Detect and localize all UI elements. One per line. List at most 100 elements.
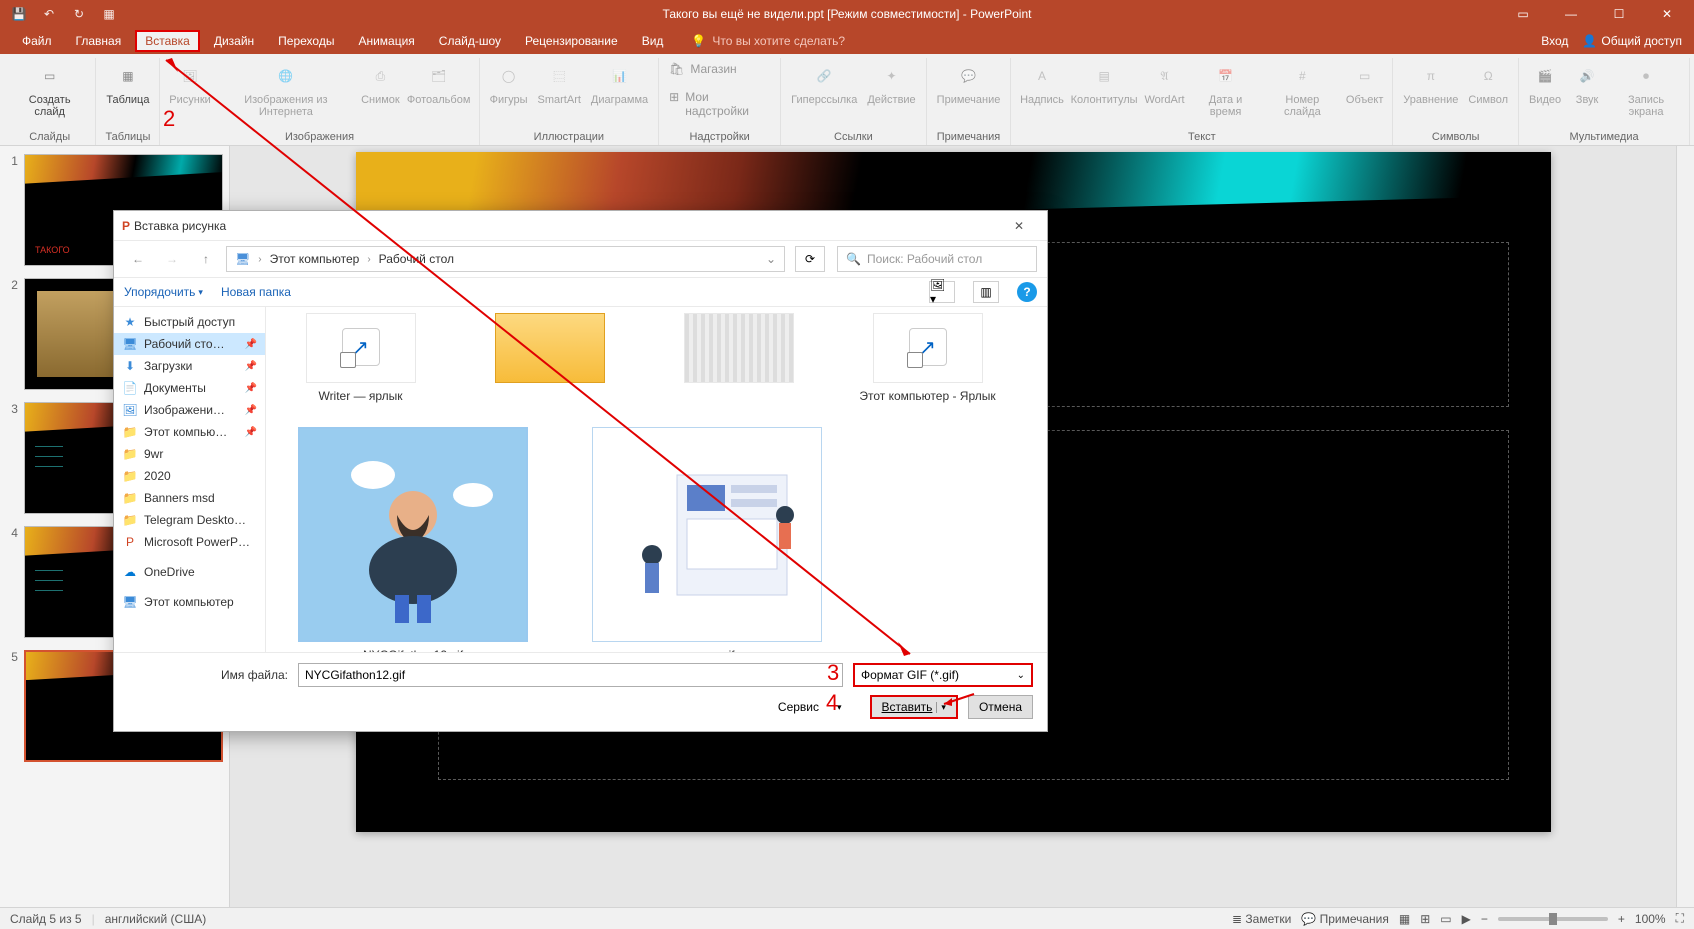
- chevron-down-icon[interactable]: ▾: [936, 702, 946, 713]
- audio-button[interactable]: 🔊Звук: [1567, 58, 1607, 129]
- new-folder-button[interactable]: Новая папка: [221, 285, 291, 299]
- photo-album-button[interactable]: 🗂Фотоальбом: [405, 58, 473, 129]
- tab-animations[interactable]: Анимация: [348, 30, 424, 52]
- breadcrumb-pc[interactable]: Этот компьютер: [270, 252, 360, 266]
- tree-downloads[interactable]: ⬇Загрузки📌: [114, 355, 265, 377]
- notes-button[interactable]: ≣ Заметки: [1232, 912, 1291, 926]
- table-button[interactable]: ▦Таблица: [102, 58, 153, 129]
- zoom-in-icon[interactable]: +: [1618, 912, 1625, 926]
- filename-input[interactable]: [298, 663, 843, 687]
- textbox-button[interactable]: AНадпись: [1017, 58, 1066, 129]
- tree-quick-access[interactable]: ★Быстрый доступ: [114, 311, 265, 333]
- screen-recording-button[interactable]: ⏺Запись экрана: [1609, 58, 1683, 129]
- start-from-beginning-icon[interactable]: ▦: [98, 3, 120, 25]
- slide-number-button[interactable]: #Номер слайда: [1264, 58, 1341, 129]
- equation-button[interactable]: πУравнение: [1399, 58, 1462, 129]
- save-icon[interactable]: 💾: [8, 3, 30, 25]
- tree-images[interactable]: 🖼Изображени…📌: [114, 399, 265, 421]
- tab-design[interactable]: Дизайн: [204, 30, 264, 52]
- file-list[interactable]: ↗ Writer — ярлык ↗ Этот компьютер - Ярлы…: [266, 307, 1047, 652]
- tree-documents[interactable]: 📄Документы📌: [114, 377, 265, 399]
- symbol-button[interactable]: ΩСимвол: [1464, 58, 1512, 129]
- file-folder[interactable]: [495, 313, 605, 383]
- language-status[interactable]: английский (США): [105, 912, 206, 926]
- tree-folder-telegram[interactable]: 📁Telegram Deskto…: [114, 509, 265, 531]
- file-writer-shortcut[interactable]: ↗: [306, 313, 416, 383]
- normal-view-icon[interactable]: ▦: [1399, 912, 1410, 926]
- hyperlink-button[interactable]: 🔗Гиперссылка: [787, 58, 861, 129]
- share-button[interactable]: 👤 Общий доступ: [1582, 34, 1682, 48]
- tree-thispc[interactable]: 🖥Этот компьютер: [114, 591, 265, 613]
- tree-folder-9wr[interactable]: 📁9wr: [114, 443, 265, 465]
- organize-button[interactable]: Упорядочить ▾: [124, 285, 203, 299]
- tree-folder-2020[interactable]: 📁2020: [114, 465, 265, 487]
- store-button[interactable]: 🛍Магазин: [669, 62, 770, 76]
- nav-back-icon[interactable]: ←: [124, 246, 152, 272]
- minimize-icon[interactable]: —: [1548, 0, 1594, 28]
- smartart-button[interactable]: ⿳SmartArt: [534, 58, 585, 129]
- close-icon[interactable]: ✕: [1644, 0, 1690, 28]
- screenshot-button[interactable]: ⎙Снимок: [358, 58, 402, 129]
- tell-me-search[interactable]: 💡 Что вы хотите сделать?: [691, 34, 845, 48]
- tools-link[interactable]: Сервис: [778, 700, 819, 714]
- breadcrumb-desktop[interactable]: Рабочий стол: [379, 252, 454, 266]
- zoom-out-icon[interactable]: −: [1481, 912, 1488, 926]
- fit-to-window-icon[interactable]: ⛶: [1676, 911, 1684, 926]
- tree-thispc-folder[interactable]: 📁Этот компью…📌: [114, 421, 265, 443]
- help-icon[interactable]: ?: [1017, 282, 1037, 302]
- chart-button[interactable]: 📊Диаграмма: [587, 58, 652, 129]
- view-mode-button[interactable]: 🖼 ▾: [929, 281, 955, 303]
- nav-forward-icon[interactable]: →: [158, 246, 186, 272]
- filetype-dropdown[interactable]: Формат GIF (*.gif) ⌄: [853, 663, 1033, 687]
- vertical-scrollbar[interactable]: [1676, 146, 1694, 907]
- tree-desktop[interactable]: 🖥Рабочий сто…📌: [114, 333, 265, 355]
- tab-insert[interactable]: Вставка: [135, 30, 200, 52]
- undo-icon[interactable]: ↶: [38, 3, 60, 25]
- chevron-down-icon[interactable]: ⌄: [766, 252, 776, 266]
- search-input[interactable]: 🔍 Поиск: Рабочий стол: [837, 246, 1037, 272]
- sorter-view-icon[interactable]: ⊞: [1420, 912, 1430, 926]
- tab-transitions[interactable]: Переходы: [268, 30, 344, 52]
- signin-link[interactable]: Вход: [1541, 34, 1568, 48]
- zoom-level[interactable]: 100%: [1635, 912, 1666, 926]
- file-pc-shortcut[interactable]: ↗: [873, 313, 983, 383]
- tab-slideshow[interactable]: Слайд-шоу: [429, 30, 511, 52]
- tree-folder-banners[interactable]: 📁Banners msd: [114, 487, 265, 509]
- comment-button[interactable]: 💬Примечание: [933, 58, 1005, 129]
- shapes-button[interactable]: ◯Фигуры: [486, 58, 532, 129]
- file-gif-2[interactable]: [592, 427, 822, 642]
- online-pictures-button[interactable]: 🌐Изображения из Интернета: [216, 58, 357, 129]
- header-footer-button[interactable]: ▤Колонтитулы: [1069, 58, 1140, 129]
- tab-view[interactable]: Вид: [632, 30, 674, 52]
- action-button[interactable]: ✦Действие: [863, 58, 919, 129]
- redo-icon[interactable]: ↻: [68, 3, 90, 25]
- dialog-titlebar[interactable]: P Вставка рисунка ✕: [114, 211, 1047, 241]
- file-gif-1[interactable]: [298, 427, 528, 642]
- my-addins-button[interactable]: ⊞Мои надстройки: [669, 90, 770, 118]
- breadcrumb[interactable]: 🖥 › Этот компьютер › Рабочий стол ⌄: [226, 246, 785, 272]
- object-button[interactable]: ▭Объект: [1343, 58, 1386, 129]
- slideshow-view-icon[interactable]: ▶: [1462, 912, 1471, 926]
- file-keyboard[interactable]: [684, 313, 794, 383]
- tab-review[interactable]: Рецензирование: [515, 30, 628, 52]
- insert-button[interactable]: Вставить ▾: [870, 695, 958, 719]
- tree-folder-ppt[interactable]: PMicrosoft PowerP…: [114, 531, 265, 553]
- datetime-button[interactable]: 📅Дата и время: [1189, 58, 1261, 129]
- new-slide-button[interactable]: ▭Создать слайд: [10, 58, 89, 129]
- tab-file[interactable]: Файл: [12, 30, 62, 52]
- nav-up-icon[interactable]: ↑: [192, 246, 220, 272]
- refresh-icon[interactable]: ⟳: [795, 246, 825, 272]
- maximize-icon[interactable]: ☐: [1596, 0, 1642, 28]
- tree-onedrive[interactable]: ☁OneDrive: [114, 561, 265, 583]
- video-button[interactable]: 🎬Видео: [1525, 58, 1565, 129]
- ribbon-options-icon[interactable]: ▭: [1500, 0, 1546, 28]
- cancel-button[interactable]: Отмена: [968, 695, 1033, 719]
- dialog-close-icon[interactable]: ✕: [999, 219, 1039, 233]
- tab-home[interactable]: Главная: [66, 30, 132, 52]
- reading-view-icon[interactable]: ▭: [1440, 912, 1451, 926]
- folder-tree[interactable]: ★Быстрый доступ 🖥Рабочий сто…📌 ⬇Загрузки…: [114, 307, 266, 652]
- comments-button[interactable]: 💬 Примечания: [1301, 912, 1389, 926]
- zoom-slider[interactable]: [1498, 917, 1608, 921]
- preview-pane-button[interactable]: ▥: [973, 281, 999, 303]
- wordart-button[interactable]: 𝔄WordArt: [1142, 58, 1188, 129]
